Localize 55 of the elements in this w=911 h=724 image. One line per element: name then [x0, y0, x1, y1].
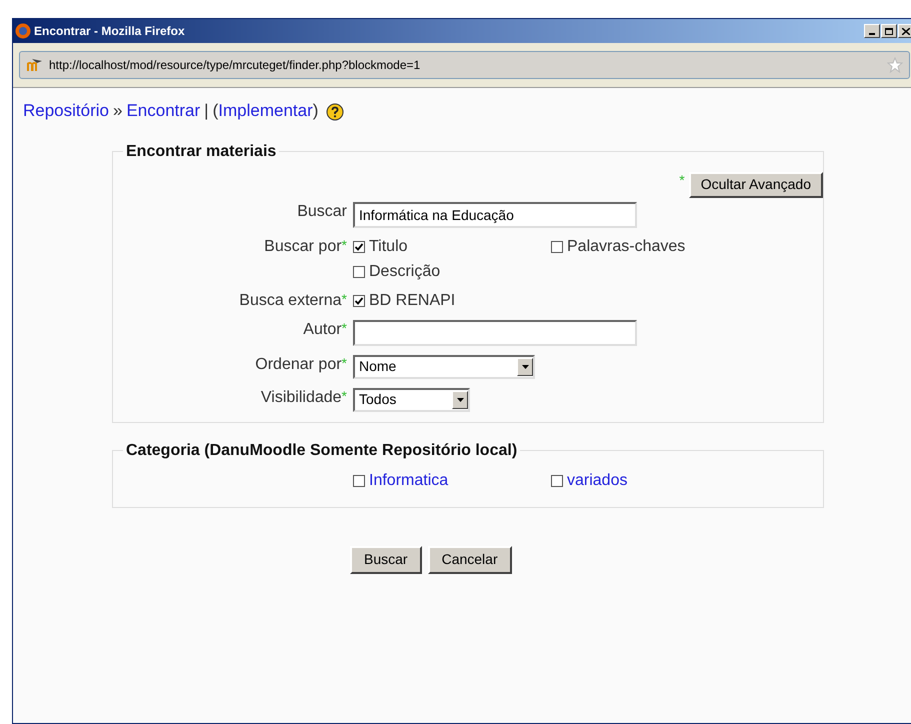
text-field[interactable] [353, 320, 637, 346]
checkbox[interactable] [353, 474, 365, 486]
field-label: Autor [303, 320, 342, 340]
minimize-button[interactable] [864, 24, 880, 38]
breadcrumb-link[interactable]: Encontrar [126, 98, 200, 124]
checkbox-label: Palavras-chaves [567, 236, 686, 256]
caret-icon [456, 398, 464, 402]
address-bar[interactable]: http://localhost/mod/resource/type/mrcuteget/finder.php?blockmode=1 [19, 51, 910, 79]
category-link[interactable]: Informatica [369, 468, 448, 492]
required-mark: * [679, 172, 685, 186]
dropdown[interactable]: Todos [353, 388, 470, 412]
required-mark: * [342, 388, 347, 402]
category-link[interactable]: variados [567, 468, 628, 492]
breadcrumb-separator: ) [312, 100, 318, 122]
site-icon [26, 58, 44, 72]
breadcrumb-link[interactable]: Repositório [23, 98, 109, 124]
toggle-advanced-button[interactable]: Ocultar Avançado [688, 172, 823, 198]
checkbox[interactable] [353, 240, 365, 252]
caret-icon [522, 364, 528, 368]
field-label: Ordenar por [255, 354, 342, 374]
close-icon [902, 28, 910, 34]
section-title: Encontrar materiais [125, 142, 278, 162]
help-icon[interactable] [326, 103, 344, 122]
close-button[interactable] [898, 24, 911, 38]
required-mark: * [342, 356, 347, 370]
breadcrumb-separator: ( [212, 100, 218, 122]
checkbox-label: Descrição [369, 262, 440, 282]
text-field[interactable]: Informática na Educação [353, 202, 637, 228]
field-label: Busca externa [239, 290, 342, 310]
checkbox-label: BD RENAPI [369, 290, 456, 310]
window-title: Encontrar - Mozilla Firefox [34, 23, 186, 40]
breadcrumb-link[interactable]: Implementar [218, 98, 313, 124]
dropdown[interactable]: Nome [353, 354, 535, 378]
url-text: http://localhost/mod/resource/type/mrcuteget/finder.php?blockmode=1 [49, 57, 422, 74]
star-icon[interactable] [887, 57, 903, 73]
checkbox-label: Titulo [369, 236, 408, 256]
checkbox[interactable] [353, 266, 365, 278]
field-label: Visibilidade [260, 388, 342, 408]
checkbox[interactable] [551, 474, 563, 486]
breadcrumb-separator: » [113, 100, 122, 122]
section-title: Categoria (DanuMoodle Somente Repositório local) [125, 440, 518, 460]
browser-logo-icon [15, 23, 31, 39]
required-mark: * [342, 292, 347, 306]
form-button[interactable]: Cancelar [428, 546, 512, 574]
maximize-icon [885, 28, 893, 34]
minimize-icon [869, 33, 875, 35]
field-label: Buscar [297, 202, 347, 222]
required-mark: * [342, 320, 347, 334]
checkbox[interactable] [551, 240, 563, 252]
breadcrumb-separator: | [204, 100, 209, 122]
required-mark: * [342, 238, 347, 252]
field-label: Buscar por [264, 236, 342, 256]
checkbox[interactable] [353, 294, 365, 306]
form-button[interactable]: Buscar [350, 546, 422, 574]
maximize-button[interactable] [881, 24, 897, 38]
